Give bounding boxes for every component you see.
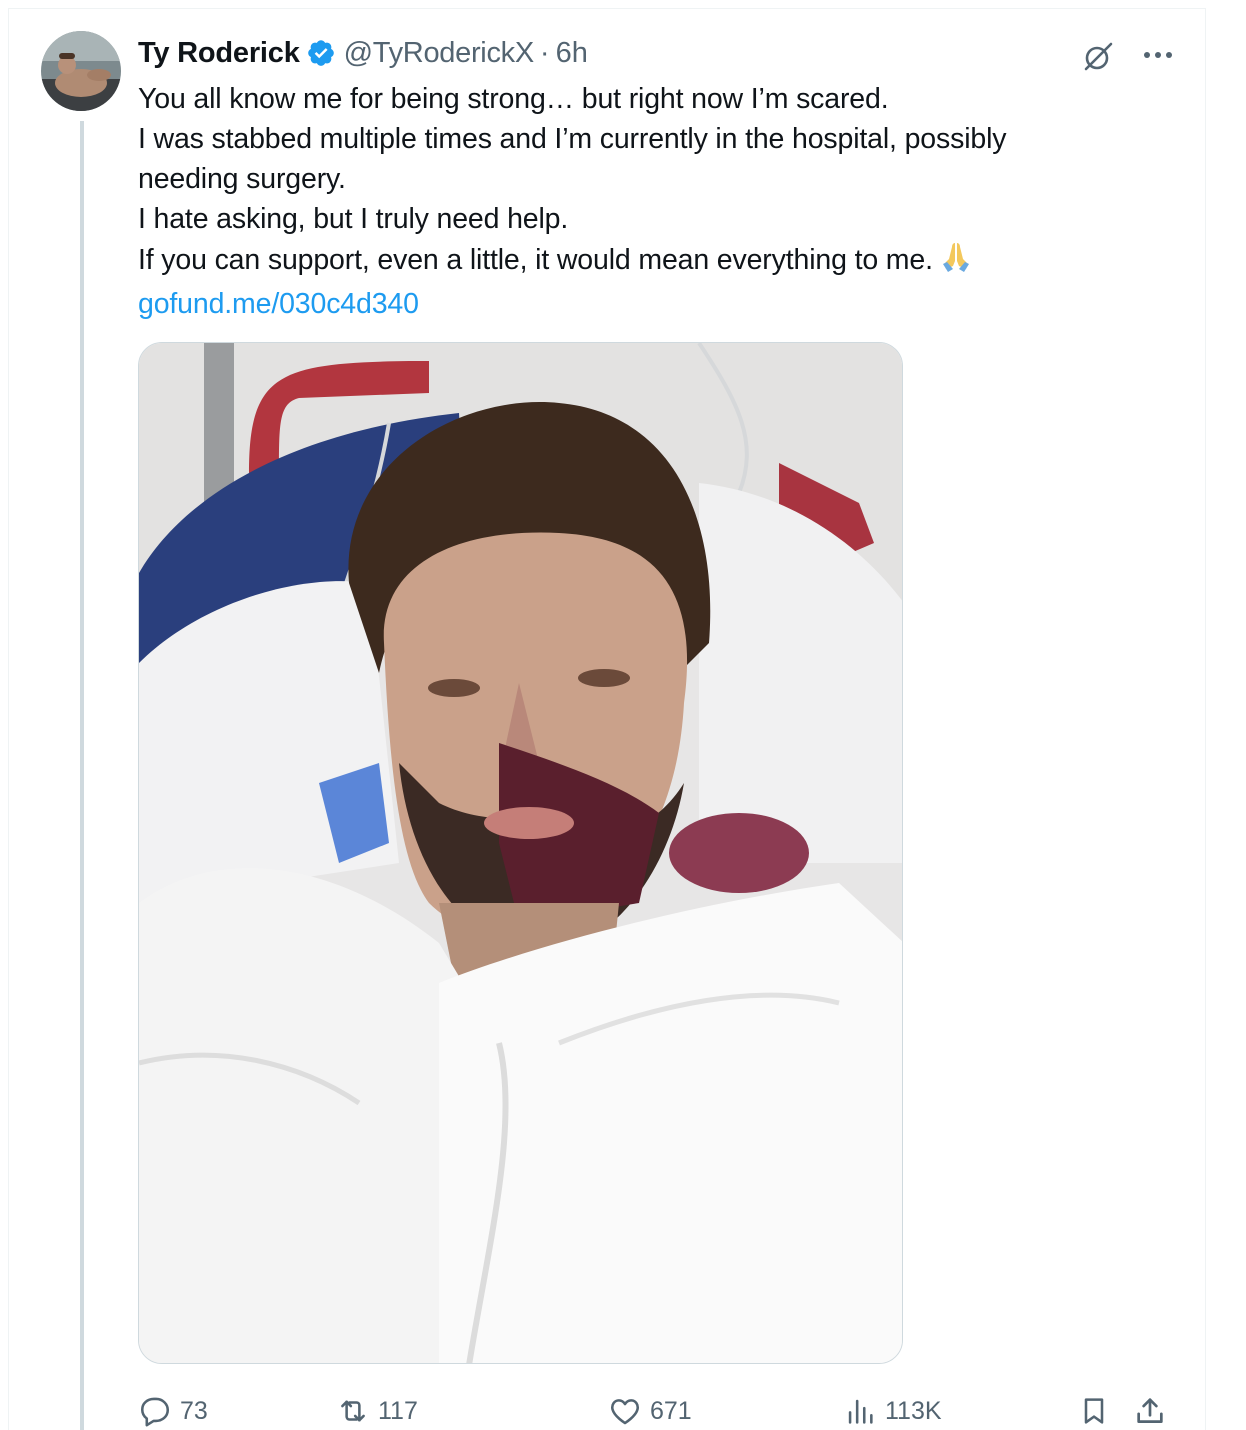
- tweet-line: needing surgery.: [138, 163, 346, 195]
- reply-icon: [140, 1397, 170, 1427]
- grok-icon[interactable]: [1078, 37, 1118, 77]
- views-button[interactable]: 113K: [843, 1389, 942, 1430]
- repost-button[interactable]: 117: [336, 1389, 418, 1430]
- tweet-line-last: If you can support, even a little, it wo…: [138, 239, 1138, 284]
- views-count: 113K: [885, 1396, 942, 1425]
- tweet-line: I was stabbed multiple times and I’m cur…: [138, 123, 1007, 155]
- tweet[interactable]: Ty Roderick @TyRoderickX · 6h You all kn…: [8, 9, 1206, 1430]
- timestamp[interactable]: 6h: [556, 37, 588, 70]
- tweet-header: Ty Roderick @TyRoderickX · 6h: [138, 35, 588, 71]
- share-button[interactable]: [1133, 1389, 1175, 1430]
- thread-line: [80, 121, 84, 1430]
- separator: ·: [539, 36, 550, 69]
- like-count: 671: [650, 1396, 692, 1425]
- folded-hands-icon: [939, 239, 973, 284]
- avatar[interactable]: [41, 31, 121, 111]
- more-icon[interactable]: [1138, 35, 1178, 75]
- gofundme-link[interactable]: gofund.me/030c4d340: [138, 284, 1138, 324]
- tweet-line: You all know me for being strong… but ri…: [138, 83, 889, 115]
- like-icon: [611, 1399, 639, 1425]
- display-name[interactable]: Ty Roderick: [138, 37, 300, 70]
- tweet-line-text: If you can support, even a little, it wo…: [138, 244, 933, 276]
- handle[interactable]: @TyRoderickX: [344, 37, 535, 70]
- tweet-line: I hate asking, but I truly need help.: [138, 203, 569, 235]
- bookmark-icon: [1084, 1398, 1104, 1424]
- bookmark-button[interactable]: [1078, 1389, 1118, 1430]
- repost-icon: [341, 1400, 365, 1422]
- verified-badge-icon[interactable]: [306, 38, 336, 68]
- tweet-photo[interactable]: [138, 342, 903, 1364]
- repost-count: 117: [378, 1396, 418, 1425]
- like-button[interactable]: 671: [608, 1389, 692, 1430]
- share-icon: [1137, 1398, 1163, 1423]
- action-bar: 73 117 671 113K: [138, 1389, 1183, 1430]
- tweet-text: You all know me for being strong… but ri…: [138, 79, 1138, 324]
- views-icon: [848, 1399, 873, 1424]
- reply-button[interactable]: 73: [138, 1389, 208, 1430]
- reply-count: 73: [180, 1396, 208, 1425]
